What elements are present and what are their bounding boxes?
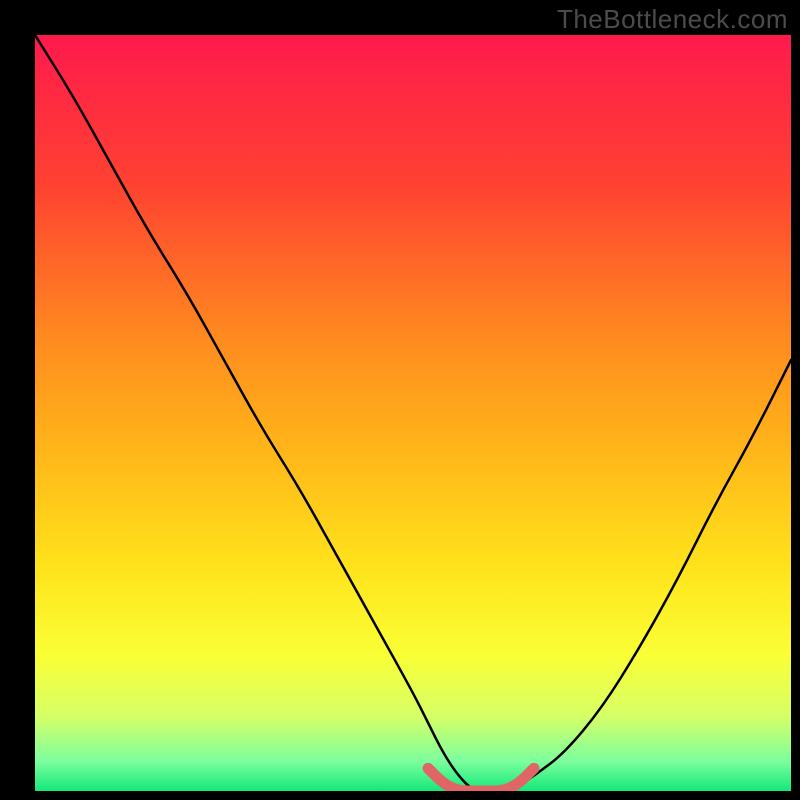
bottleneck-curve [35,35,791,791]
curve-layer [35,35,791,791]
highlight-min-segment [428,768,534,791]
chart-frame: TheBottleneck.com [0,0,800,800]
plot-area [35,35,791,791]
watermark-text: TheBottleneck.com [557,4,788,35]
